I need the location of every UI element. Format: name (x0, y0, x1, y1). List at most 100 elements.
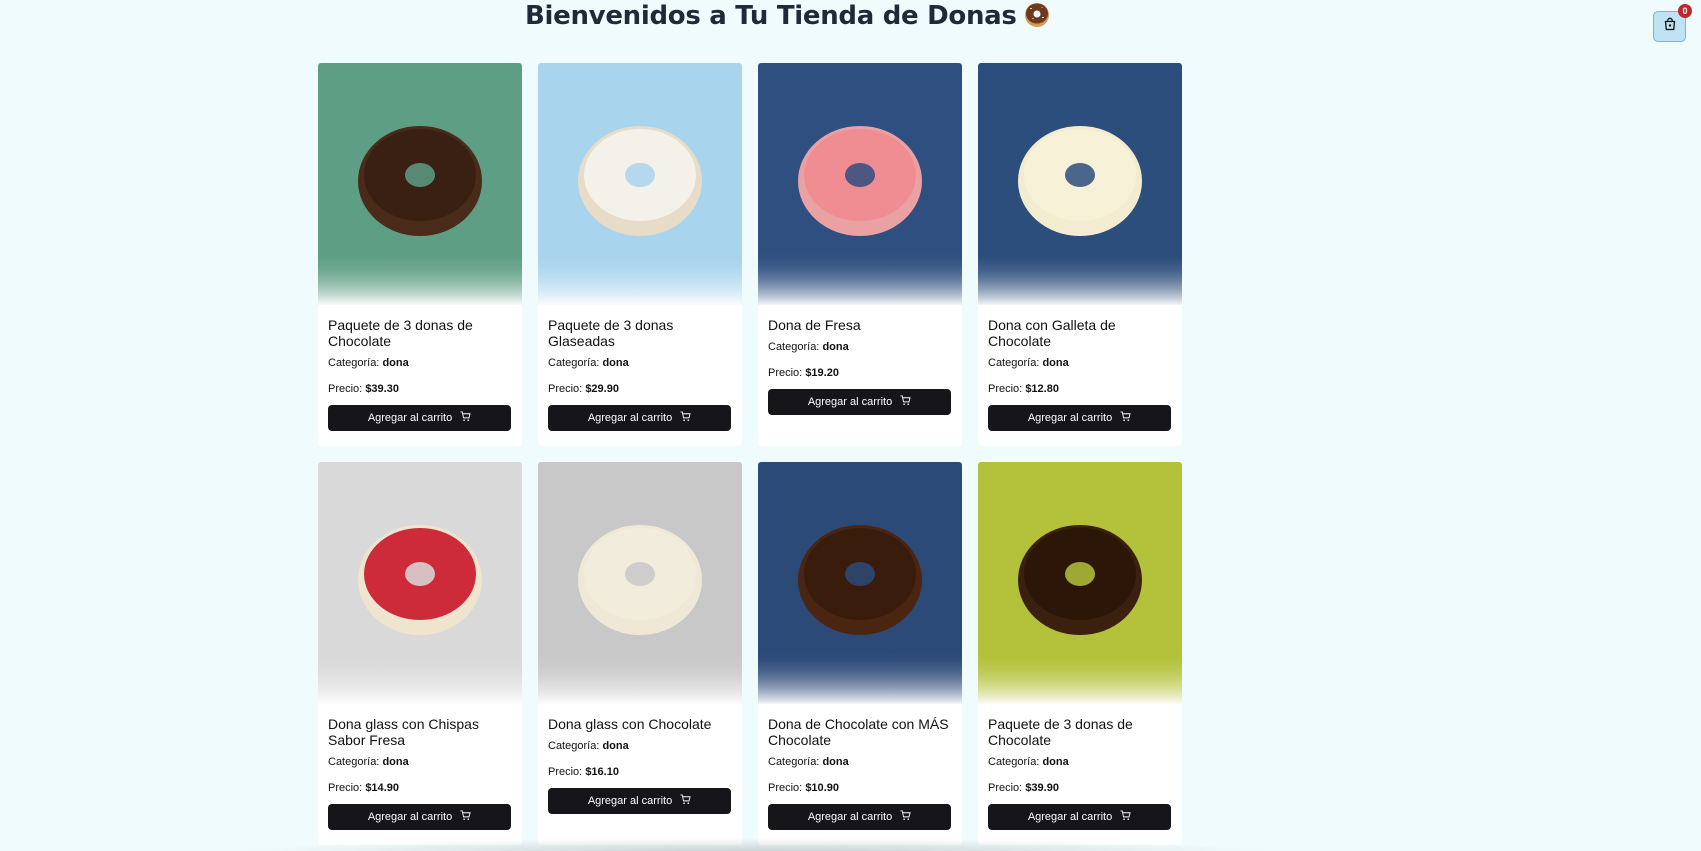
shopping-bag-icon (1663, 17, 1677, 36)
price-value: $16.10 (585, 766, 619, 778)
product-price: Precio: $39.90 (988, 782, 1172, 795)
cart-icon (460, 810, 471, 824)
price-label: Precio: (988, 782, 1023, 794)
category-label: Categoría: (988, 756, 1040, 768)
product-price: Precio: $39.30 (328, 383, 512, 396)
product-price: Precio: $16.10 (548, 766, 732, 779)
category-label: Categoría: (328, 357, 380, 369)
category-value: dona (602, 357, 629, 369)
cart-icon (460, 411, 471, 425)
category-label: Categoría: (548, 357, 600, 369)
product-name: Dona de Chocolate con MÁS Chocolate (768, 716, 949, 748)
add-to-cart-button[interactable]: Agregar al carrito (768, 389, 951, 415)
cart-icon (680, 411, 691, 425)
cart-icon (900, 810, 911, 824)
product-name: Dona glass con Chispas Sabor Fresa (328, 716, 479, 748)
product-category: Categoría: dona (768, 341, 952, 354)
product-image (318, 63, 522, 305)
add-to-cart-label: Agregar al carrito (1027, 811, 1113, 823)
product-price: Precio: $12.80 (988, 383, 1172, 396)
price-label: Precio: (768, 367, 803, 379)
price-value: $12.80 (1025, 383, 1059, 395)
product-category: Categoría: dona (988, 756, 1172, 769)
add-to-cart-label: Agregar al carrito (807, 396, 893, 408)
product-name: Paquete de 3 donas Glaseadas (548, 317, 674, 349)
add-to-cart-button[interactable]: Agregar al carrito (988, 804, 1171, 830)
product-price: Precio: $14.90 (328, 782, 512, 795)
product-card: Dona glass con Chispas Sabor Fresa Categ… (318, 462, 522, 845)
price-value: $29.90 (585, 383, 619, 395)
product-image (538, 462, 742, 704)
product-name: Dona de Fresa (768, 317, 861, 333)
add-to-cart-label: Agregar al carrito (367, 412, 453, 424)
add-to-cart-label: Agregar al carrito (807, 811, 893, 823)
product-price: Precio: $19.20 (768, 367, 952, 380)
price-label: Precio: (988, 383, 1023, 395)
category-label: Categoría: (548, 740, 600, 752)
price-value: $14.90 (365, 782, 399, 794)
product-name: Paquete de 3 donas de Chocolate (328, 317, 473, 349)
product-category: Categoría: dona (548, 357, 732, 370)
product-card: Dona glass con Chocolate Categoría: dona… (538, 462, 742, 845)
cart-icon (1120, 810, 1131, 824)
product-category: Categoría: dona (328, 756, 512, 769)
product-category: Categoría: dona (548, 740, 732, 753)
product-category: Categoría: dona (768, 756, 952, 769)
add-to-cart-label: Agregar al carrito (587, 412, 673, 424)
product-grid: Paquete de 3 donas de Chocolate Categorí… (318, 63, 1182, 845)
product-category: Categoría: dona (328, 357, 512, 370)
category-label: Categoría: (768, 341, 820, 353)
price-label: Precio: (548, 766, 583, 778)
category-label: Categoría: (768, 756, 820, 768)
add-to-cart-label: Agregar al carrito (1027, 412, 1113, 424)
product-card: Dona de Chocolate con MÁS Chocolate Cate… (758, 462, 962, 845)
price-value: $39.90 (1025, 782, 1059, 794)
product-card: Paquete de 3 donas de Chocolate Categorí… (318, 63, 522, 446)
add-to-cart-button[interactable]: Agregar al carrito (328, 405, 511, 431)
category-value: dona (1042, 357, 1069, 369)
product-image (758, 63, 962, 305)
cart-icon (900, 395, 911, 409)
product-category: Categoría: dona (988, 357, 1172, 370)
product-image (758, 462, 962, 704)
product-image (978, 63, 1182, 305)
product-name: Dona con Galleta de Chocolate (988, 317, 1116, 349)
add-to-cart-button[interactable]: Agregar al carrito (328, 804, 511, 830)
category-value: dona (1042, 756, 1069, 768)
product-price: Precio: $29.90 (548, 383, 732, 396)
cart-icon (680, 794, 691, 808)
category-label: Categoría: (328, 756, 380, 768)
product-card: Paquete de 3 donas de Chocolate Categorí… (978, 462, 1182, 845)
product-name: Dona glass con Chocolate (548, 716, 712, 732)
add-to-cart-button[interactable]: Agregar al carrito (548, 405, 731, 431)
category-value: dona (822, 756, 849, 768)
add-to-cart-label: Agregar al carrito (587, 795, 673, 807)
price-value: $10.90 (805, 782, 839, 794)
category-label: Categoría: (988, 357, 1040, 369)
product-image (318, 462, 522, 704)
category-value: dona (822, 341, 849, 353)
price-label: Precio: (328, 383, 363, 395)
product-card: Dona con Galleta de Chocolate Categoría:… (978, 63, 1182, 446)
page-title: Bienvenidos a Tu Tienda de Donas (525, 0, 1051, 34)
category-value: dona (382, 357, 409, 369)
add-to-cart-label: Agregar al carrito (367, 811, 453, 823)
price-label: Precio: (548, 383, 583, 395)
price-label: Precio: (768, 782, 803, 794)
price-value: $19.20 (805, 367, 839, 379)
price-label: Precio: (328, 782, 363, 794)
cart-icon (1120, 411, 1131, 425)
add-to-cart-button[interactable]: Agregar al carrito (768, 804, 951, 830)
price-value: $39.30 (365, 383, 399, 395)
add-to-cart-button[interactable]: Agregar al carrito (988, 405, 1171, 431)
product-card: Paquete de 3 donas Glaseadas Categoría: … (538, 63, 742, 446)
product-image (538, 63, 742, 305)
product-image (978, 462, 1182, 704)
category-value: dona (382, 756, 409, 768)
page-title-text: Bienvenidos a Tu Tienda de Donas (525, 1, 1017, 31)
product-name: Paquete de 3 donas de Chocolate (988, 716, 1133, 748)
donut-emoji-icon (1023, 0, 1051, 28)
add-to-cart-button[interactable]: Agregar al carrito (548, 788, 731, 814)
product-card: Dona de Fresa Categoría: dona Precio: $1… (758, 63, 962, 446)
cart-count-badge: 0 (1678, 4, 1692, 18)
